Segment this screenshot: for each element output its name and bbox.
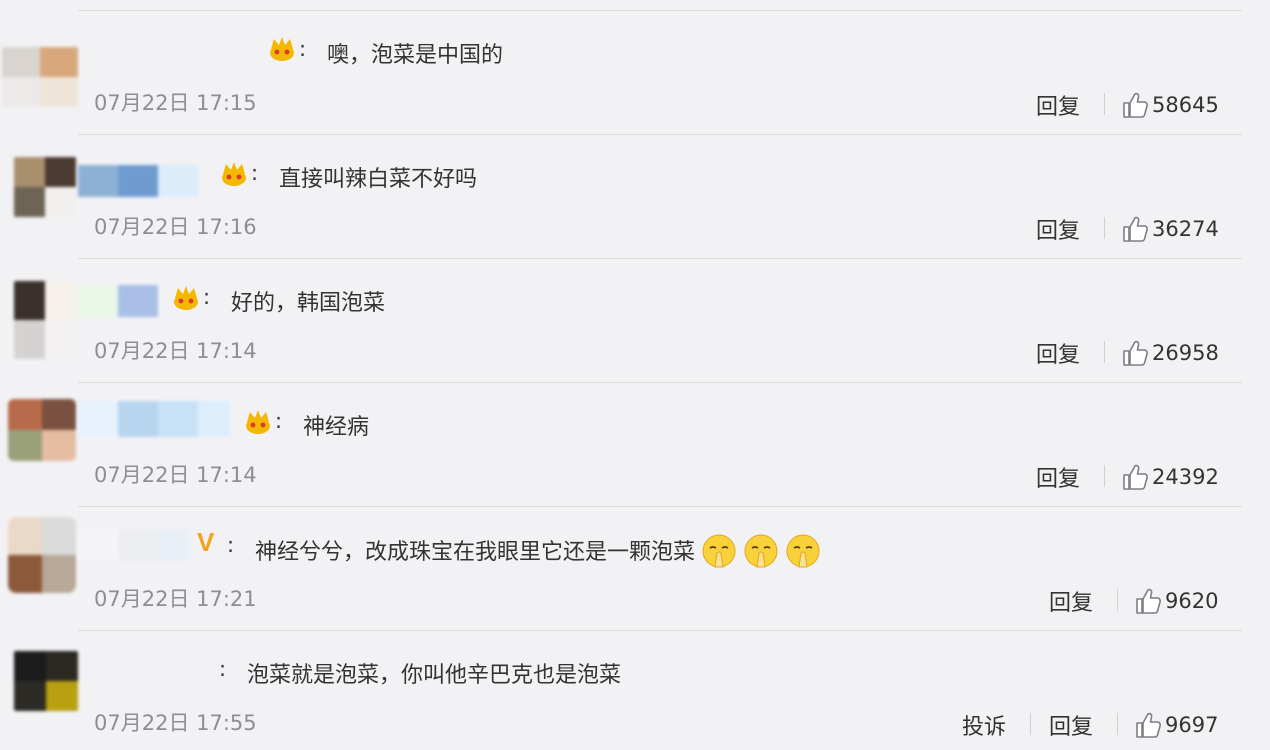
like-button[interactable]: 9697 [1135, 709, 1218, 741]
comment-timestamp: 07月22日 17:21 [94, 587, 257, 611]
name-colon: : [227, 533, 235, 557]
shush-face-emoji-icon [786, 534, 820, 568]
action-separator [1117, 589, 1118, 611]
avatar[interactable] [14, 157, 76, 217]
like-button[interactable]: 58645 [1122, 89, 1219, 121]
action-separator [1104, 217, 1105, 239]
thumbs-up-icon [1136, 712, 1161, 738]
action-separator [1104, 465, 1105, 487]
username-blurred[interactable] [78, 165, 198, 197]
comment-text: 噢，泡菜是中国的 [327, 43, 504, 68]
comment-item: : 泡菜就是泡菜，你叫他辛巴克也是泡菜 07月22日 17:55 投诉 回复 9… [0, 631, 1270, 750]
action-separator [1104, 93, 1105, 115]
thumbs-up-icon [1123, 464, 1148, 490]
comment-text: 泡菜就是泡菜，你叫他辛巴克也是泡菜 [247, 663, 622, 688]
comment-text: 好的，韩国泡菜 [231, 291, 386, 316]
comment-timestamp: 07月22日 17:15 [94, 91, 257, 115]
comment-item: : 噢，泡菜是中国的 07月22日 17:15 回复 58645 [0, 11, 1270, 135]
avatar[interactable] [14, 651, 78, 711]
like-button[interactable]: 24392 [1122, 461, 1219, 493]
comment-text: 直接叫辣白菜不好吗 [279, 167, 478, 192]
reply-button[interactable]: 回复 [1049, 585, 1093, 617]
comment-timestamp: 07月22日 17:14 [94, 463, 257, 487]
username-blurred[interactable] [78, 529, 190, 561]
like-count: 58645 [1152, 93, 1219, 117]
name-colon: : [219, 657, 227, 681]
crown-icon [222, 162, 246, 186]
comment-timestamp: 07月22日 17:16 [94, 215, 257, 239]
thumbs-up-icon [1123, 340, 1148, 366]
comment-item: : 直接叫辣白菜不好吗 07月22日 17:16 回复 36274 [0, 135, 1270, 259]
like-count: 9620 [1165, 589, 1219, 613]
like-count: 24392 [1152, 465, 1219, 489]
like-button[interactable]: 26958 [1122, 337, 1219, 369]
avatar[interactable] [2, 47, 78, 107]
thumbs-up-icon [1123, 216, 1148, 242]
reply-button[interactable]: 回复 [1036, 461, 1080, 493]
action-separator [1104, 341, 1105, 363]
comment-text-content: 神经兮兮，改成珠宝在我眼里它还是一颗泡菜 [255, 540, 696, 565]
crown-icon [174, 286, 198, 310]
shush-face-emoji-icon [744, 534, 778, 568]
avatar[interactable] [8, 399, 76, 461]
name-colon: : [251, 161, 259, 185]
comment-item: : 神经病 07月22日 17:14 回复 24392 [0, 383, 1270, 507]
comment-timestamp: 07月22日 17:55 [94, 711, 257, 735]
like-button[interactable]: 9620 [1135, 585, 1218, 617]
crown-icon [246, 410, 270, 434]
username-blurred[interactable] [78, 285, 158, 317]
action-separator [1117, 713, 1118, 735]
comment-item: V : 神经兮兮，改成珠宝在我眼里它还是一颗泡菜 07月22日 17:21 回复… [0, 507, 1270, 631]
thumbs-up-icon [1136, 588, 1161, 614]
reply-button[interactable]: 回复 [1036, 89, 1080, 121]
reply-button[interactable]: 回复 [1036, 213, 1080, 245]
comment-text: 神经兮兮，改成珠宝在我眼里它还是一颗泡菜 [255, 533, 821, 569]
avatar[interactable] [8, 517, 76, 593]
like-count: 9697 [1165, 713, 1219, 737]
thumbs-up-icon [1123, 92, 1148, 118]
like-count: 36274 [1152, 217, 1219, 241]
comment-item: : 好的，韩国泡菜 07月22日 17:14 回复 26958 [0, 259, 1270, 383]
crown-icon [270, 37, 294, 61]
like-button[interactable]: 36274 [1122, 213, 1219, 245]
avatar[interactable] [14, 281, 76, 359]
reply-button[interactable]: 回复 [1036, 337, 1080, 369]
verified-badge: V [197, 527, 215, 557]
like-count: 26958 [1152, 341, 1219, 365]
reply-button[interactable]: 回复 [1049, 709, 1093, 741]
name-colon: : [275, 409, 283, 433]
username-blurred[interactable] [78, 401, 230, 437]
comment-timestamp: 07月22日 17:14 [94, 339, 257, 363]
comment-text: 神经病 [303, 415, 370, 440]
shush-face-emoji-icon [702, 534, 736, 568]
name-colon: : [203, 285, 211, 309]
name-colon: : [299, 37, 307, 61]
report-button[interactable]: 投诉 [962, 709, 1006, 741]
action-separator [1030, 713, 1031, 735]
